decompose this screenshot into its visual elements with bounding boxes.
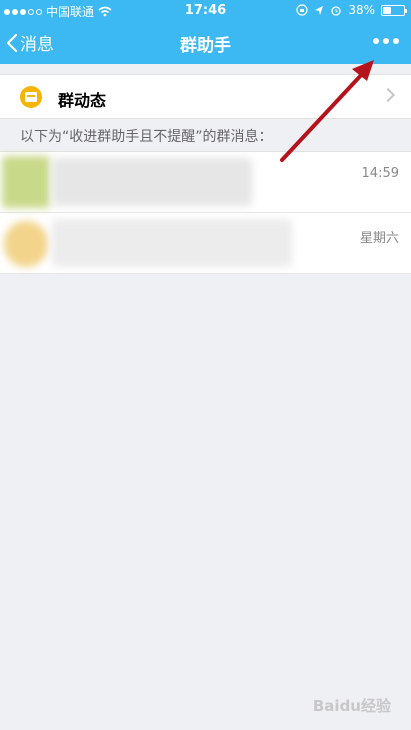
more-dot-icon bbox=[393, 38, 399, 44]
group-dynamic-label: 群动态 bbox=[58, 91, 107, 110]
list-item[interactable]: 14:59 bbox=[0, 152, 411, 213]
message-time: 14:59 bbox=[361, 166, 399, 181]
group-dynamic-row[interactable]: 群动态 bbox=[0, 74, 411, 119]
blurred-content bbox=[52, 158, 252, 206]
more-dot-icon bbox=[383, 38, 389, 44]
section-note: 以下为“收进群助手且不提醒”的群消息： bbox=[20, 129, 273, 145]
status-bar: 中国联通 17:46 38% bbox=[0, 0, 411, 20]
watermark: Baidu经验 bbox=[312, 697, 391, 715]
more-dot-icon bbox=[373, 38, 379, 44]
message-time: 星期六 bbox=[359, 231, 399, 246]
chevron-right-icon bbox=[380, 87, 396, 103]
alarm-icon bbox=[331, 6, 341, 16]
battery-icon bbox=[381, 4, 407, 16]
rotation-lock-icon bbox=[296, 4, 308, 16]
message-list: 14:59 星期六 bbox=[0, 151, 411, 274]
status-right: 38% bbox=[296, 3, 407, 17]
battery-percent: 38% bbox=[348, 3, 375, 17]
group-dynamic-icon bbox=[20, 86, 42, 108]
avatar bbox=[2, 156, 50, 208]
nav-bar: 消息 群助手 bbox=[0, 20, 411, 64]
avatar bbox=[4, 221, 48, 267]
location-icon bbox=[315, 5, 324, 15]
more-button[interactable] bbox=[371, 32, 401, 50]
blurred-content bbox=[52, 219, 292, 267]
list-item[interactable]: 星期六 bbox=[0, 213, 411, 274]
page-title: 群助手 bbox=[180, 36, 231, 56]
